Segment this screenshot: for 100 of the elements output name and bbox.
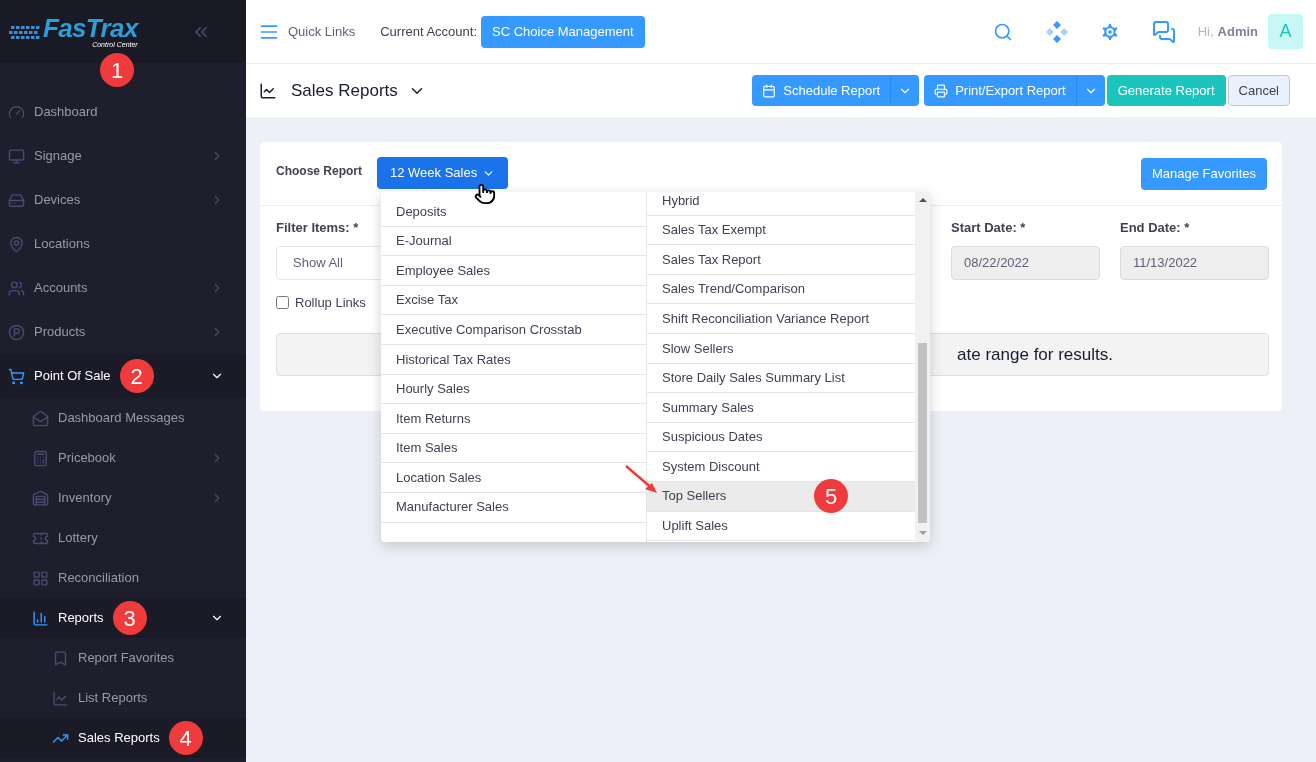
report-option[interactable]: Hybrid — [647, 192, 915, 216]
report-option[interactable]: Top Sellers 5 — [647, 481, 915, 512]
report-option[interactable]: Item Sales — [381, 433, 646, 464]
menu-label: Dashboard Messages — [58, 409, 185, 428]
sidebar-item[interactable]: Accounts — [0, 266, 246, 310]
report-option[interactable]: Excise Tax — [381, 285, 646, 316]
menu-label: List Reports — [78, 689, 148, 708]
option-label: System Discount — [662, 457, 760, 476]
report-option[interactable]: E-Journal — [381, 226, 646, 257]
rollup-checkbox[interactable] — [276, 295, 289, 309]
option-label: Uplift Sales — [662, 517, 728, 536]
menu-label: Inventory — [58, 489, 112, 508]
sidebar-item[interactable]: Pricebook — [0, 438, 246, 478]
report-option[interactable]: Location Sales — [381, 463, 646, 493]
sidebar-item[interactable]: Inventory — [0, 478, 246, 518]
sidebar-item[interactable]: Lottery — [0, 518, 246, 558]
dropdown-toggle[interactable] — [891, 75, 920, 106]
sidebar-item[interactable]: Locations — [0, 222, 246, 266]
callout-badge: 3 — [112, 601, 147, 635]
report-option[interactable]: Historical Tax Rates — [381, 344, 646, 375]
date-label: End Date: * — [1120, 219, 1191, 237]
option-label: Sales Tax Exempt — [662, 221, 766, 240]
menu-label: Reconciliation — [58, 569, 139, 588]
dropdown-toggle[interactable] — [1076, 75, 1105, 106]
date-label: Start Date: * — [951, 219, 1027, 237]
quick-links[interactable]: Quick Links — [288, 21, 356, 42]
sidebar-item[interactable]: Point Of Sale 2 — [0, 354, 246, 398]
callout-badge: 1 — [100, 53, 134, 87]
logo-dots-icon — [9, 23, 43, 40]
menu-label: Point Of Sale — [34, 367, 111, 386]
option-label: Sales Trend/Comparison — [662, 280, 806, 299]
sidebar-item[interactable]: Devices — [0, 178, 246, 222]
message-text: ate range for results. — [957, 343, 1113, 366]
option-label: Store Daily Sales Summary List — [662, 369, 845, 388]
option-label: Historical Tax Rates — [396, 350, 511, 369]
chart-line-icon — [259, 81, 277, 100]
option-label: Manufacturer Sales — [396, 498, 509, 517]
button-icon — [762, 83, 777, 98]
chat-icon[interactable] — [1151, 19, 1176, 44]
option-label: Top Sellers — [662, 487, 727, 506]
option-label: Executive Comparison Crosstab — [396, 320, 582, 339]
page-title: Sales Reports — [291, 79, 398, 102]
option-label: Shift Reconciliation Variance Report — [662, 309, 870, 328]
callout-badge: 4 — [168, 721, 203, 755]
menu-label: Accounts — [34, 279, 88, 298]
option-label: Item Returns — [396, 409, 471, 428]
menu-label: Devices — [34, 191, 81, 210]
date-field[interactable]: 11/13/2022 — [1120, 245, 1269, 280]
menu-label: Products — [34, 323, 86, 342]
option-label: Deposits — [396, 202, 447, 221]
option-label: Hourly Sales — [396, 380, 470, 399]
sidebar-item[interactable]: Reconciliation — [0, 558, 246, 598]
sidebar-item[interactable]: Signage — [0, 134, 246, 178]
menu-label: Pricebook — [58, 449, 116, 468]
user-name: Admin — [1217, 22, 1258, 41]
filter-label: Filter Items: * — [276, 219, 359, 237]
option-label: Hybrid — [662, 192, 700, 210]
rollup-label: Rollup Links — [295, 293, 366, 312]
sidebar-item[interactable]: Reports 3 — [0, 598, 246, 638]
option-label: Excise Tax — [396, 291, 458, 310]
menu-label: Lottery — [58, 529, 98, 548]
option-label: Summary Sales — [662, 398, 754, 417]
scrollbar[interactable] — [915, 192, 930, 542]
option-label: Sales Tax Report — [662, 250, 761, 269]
menu-label: Signage — [34, 147, 82, 166]
report-option[interactable]: Shift Reconciliation Variance Report — [647, 304, 915, 334]
option-label: Slow Sellers — [662, 339, 734, 358]
menu-label: Report Favorites — [78, 649, 175, 668]
report-option[interactable]: Summary Sales — [647, 393, 915, 423]
sidebar-item[interactable]: List Reports — [0, 678, 246, 718]
account-label: Current Account: — [380, 22, 478, 41]
menu-label: Locations — [34, 235, 90, 254]
date-field[interactable]: 08/22/2022 — [951, 245, 1100, 280]
cancel-button[interactable]: Cancel — [1227, 75, 1290, 106]
report-option[interactable]: Item Returns — [381, 404, 646, 434]
option-label: Location Sales — [396, 468, 482, 487]
option-label: Item Sales — [396, 439, 458, 458]
report-option[interactable]: Sales Tax Report — [647, 245, 915, 275]
option-label: Suspicious Dates — [662, 428, 763, 447]
sidebar-item[interactable]: Sales Reports 4 — [0, 718, 246, 758]
button-icon — [934, 83, 949, 98]
choose-report-label: Choose Report — [276, 162, 362, 180]
report-dropdown[interactable]: 12 Week Sales — [377, 157, 509, 189]
menu-label: Sales Reports — [78, 729, 160, 748]
menu-label: Reports — [58, 609, 104, 628]
logo-wordmark: FasTrax — [43, 14, 138, 41]
report-option[interactable]: Manufacturer Sales — [381, 492, 646, 523]
menu-label: Dashboard — [34, 103, 98, 122]
sidebar-item[interactable]: Dashboard Messages — [0, 398, 246, 438]
greeting: Hi, — [1197, 22, 1214, 41]
sidebar-item[interactable]: Report Favorites — [0, 638, 246, 678]
callout-badge: 5 — [814, 479, 848, 514]
diamonds-icon[interactable] — [1044, 19, 1069, 44]
callout-badge: 2 — [119, 359, 154, 393]
report-option[interactable]: Employee Sales — [381, 256, 646, 286]
report-option[interactable]: Executive Comparison Crosstab — [381, 315, 646, 345]
sidebar-item[interactable]: Products — [0, 310, 246, 354]
report-option[interactable]: Hourly Sales — [381, 374, 646, 405]
search-icon[interactable] — [992, 21, 1013, 42]
sidebar-item[interactable]: Dashboard — [0, 90, 246, 134]
